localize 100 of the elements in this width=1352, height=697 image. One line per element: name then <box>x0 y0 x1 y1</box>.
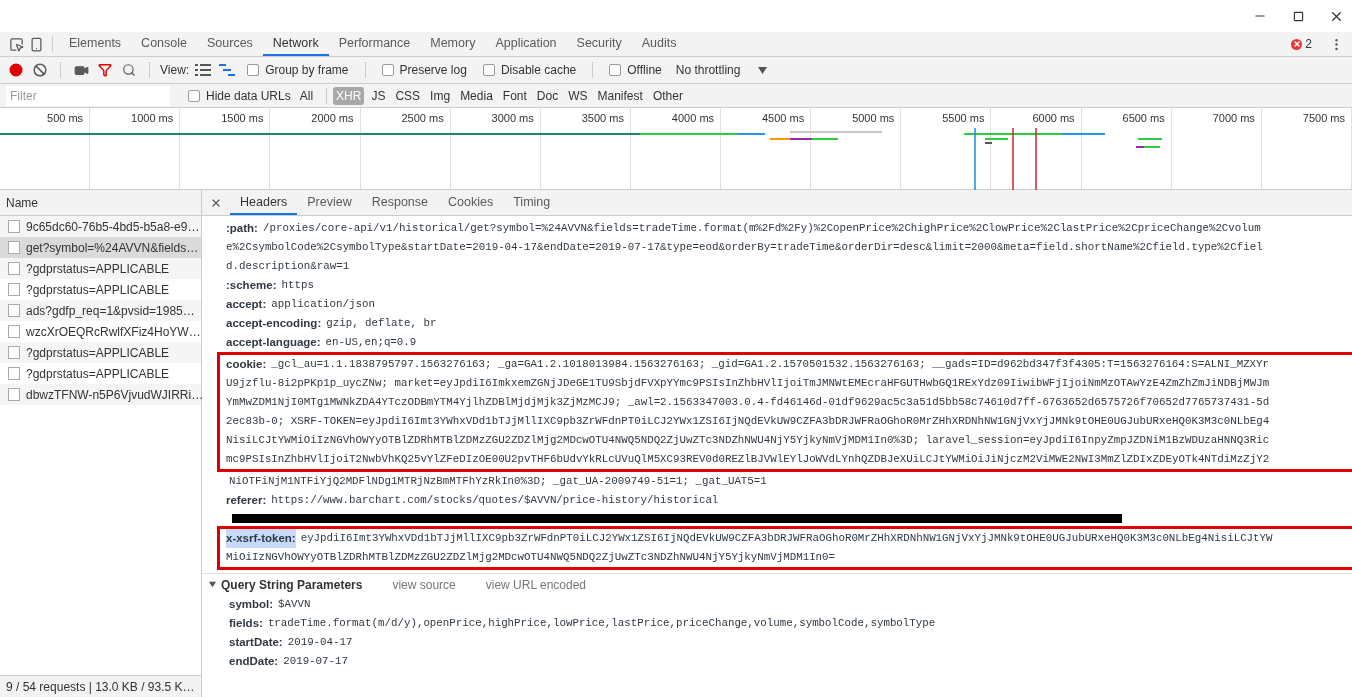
panel-tab[interactable]: Sources <box>197 32 263 56</box>
header-value: https <box>281 278 314 293</box>
header-value: NiOTFiNjM1NTFiYjQ2MDFlNDg1MTRjNzBmMTFhYzRkIn0%3D; _gat_UA-2009749-51=1; _gat_UAT5=1 <box>229 474 767 489</box>
panel-tab[interactable]: Security <box>566 32 632 56</box>
type-filter[interactable]: WS <box>565 86 591 105</box>
checkbox[interactable]: Disable cache <box>482 63 577 77</box>
section-title[interactable]: Query String Parameters <box>221 577 363 592</box>
header-value: gzip, deflate, br <box>326 316 437 331</box>
caret-icon <box>758 66 768 74</box>
panel-tab[interactable]: Elements <box>59 32 132 56</box>
header-name: referer: <box>226 493 267 508</box>
header-value: MiOiIzNGVhOWYyOTBlZDRhMTBlZDMzZGU2ZDZlMjg2MDcwOTU4NWQ5NDQ2ZjUwZTc3NDZhNWU4NjY5YjkyNmVjMDM1In0= <box>226 550 836 565</box>
header-value: d.description&raw=1 <box>226 259 350 274</box>
request-row[interactable]: get?symbol=%24AVVN&fields… <box>0 237 201 258</box>
time-tick: 500 ms <box>47 112 84 124</box>
detail-tab[interactable]: Cookies <box>438 190 504 215</box>
header-value: mc9PSIsInZhbHVlIjoiT2NwbVhKQ25vYlZFeDIzOE00U2pvTHF6bUdvYkRLcUVuQlM5XC93REV0d0REZlBJVWlEYlJoWVdLYnhQZDBJeXUiLCJtYWMiOiJiNjczM2ViMWE2NWI3MmZlZDIxZDEyOTk4NTdiMzZjY2 <box>226 452 1270 467</box>
param-name: startDate: <box>229 635 283 650</box>
caret-icon[interactable] <box>208 580 217 589</box>
status-summary: 9 / 54 requests | 13.0 KB / 93.5 K… <box>0 675 201 697</box>
header-value: 2ec83b-0; XSRF-TOKEN=eyJpdiI6Imt3YWhxVDd1bTJjMllIXC9pb3ZrWFdnPT0iLCJ2YWx1ZSI6IjNQdEVkUW9CZFA3bDRJWFRaOGhoR0MrZHhXRDNhNW1GNjVxYjJMNk9tOHE0UGJubURxeHQ0K3M3c0NLbEg4 <box>226 414 1270 429</box>
type-filter[interactable]: Other <box>649 86 686 105</box>
header-name: cookie: <box>226 357 267 372</box>
request-row[interactable]: ?gdprstatus=APPLICABLE <box>0 258 201 279</box>
file-icon <box>8 241 20 254</box>
detail-tab[interactable]: Timing <box>503 190 561 215</box>
type-filter[interactable]: CSS <box>392 86 424 105</box>
header-value: application/json <box>271 297 375 312</box>
checkbox[interactable]: Hide data URLs <box>188 88 291 103</box>
header-value: https://www.barchart.com/stocks/quotes/$AVVN/price-history/historical <box>271 493 719 508</box>
header-name: :scheme: <box>226 278 277 293</box>
time-tick: 4000 ms <box>671 112 715 124</box>
header-name: :path: <box>226 221 258 236</box>
time-tick: 1500 ms <box>221 112 264 124</box>
time-tick: 3500 ms <box>581 112 624 124</box>
type-filter[interactable]: All <box>296 86 317 105</box>
checkbox[interactable]: Group by frame <box>247 63 349 77</box>
type-filter[interactable]: Manifest <box>594 86 646 105</box>
time-tick: 3000 ms <box>491 112 534 124</box>
type-filter[interactable]: Media <box>457 86 496 105</box>
file-icon <box>8 325 20 338</box>
file-icon <box>8 220 20 233</box>
header-value: /proxies/core-api/v1/historical/get?symbol=%24AVVN&fields=tradeTime.format(m%2Fd%2Fy)%2CopenPrice%2ChighPrice%2ClowPrice%2ClastPrice%2CpriceChange%2Cvolum <box>262 221 1261 236</box>
panel-tab[interactable]: Performance <box>328 32 421 56</box>
header-value: YmMwZDM1NjI0MTg1MWNkZDA4YTczODBmYTM4YjlhZDBlMjdjMjk3ZjMzMCJ9; _awl=2.1563347003.0.4-fd46146d-01df9629ac5c3a51d5bb58c74610d7ff-6763652d6575726f70652d7765737431-5d <box>226 395 1270 410</box>
param-value: $AVVN <box>278 597 311 612</box>
panel-tab[interactable]: Memory <box>420 32 486 56</box>
type-filter[interactable]: Img <box>427 86 454 105</box>
param-name: endDate: <box>229 654 279 669</box>
param-name: symbol: <box>229 597 274 612</box>
type-filter[interactable]: Doc <box>533 86 562 105</box>
view-link[interactable]: view URL encoded <box>485 577 587 592</box>
file-icon <box>8 346 20 359</box>
detail-tab[interactable]: Headers <box>230 190 298 215</box>
header-value: e%2CsymbolCode%2CsymbolType&startDate=2019-04-17&endDate=2019-07-17&type=eod&orderBy=tradeTime&orderDir=desc&limit=2000&meta=field.shortName%2Cfield.type%2Cfiel <box>226 240 1263 255</box>
time-tick: 2500 ms <box>401 112 444 124</box>
time-tick: 4500 ms <box>762 112 805 124</box>
filter-input[interactable]: Filter <box>6 85 170 106</box>
time-tick: 2000 ms <box>311 112 354 124</box>
detail-tab[interactable]: Preview <box>297 190 362 215</box>
request-row[interactable]: dbwzTFNW-n5P6VjvudWJIRRi… <box>0 384 201 405</box>
header-name: x-xsrf-token: <box>226 529 296 548</box>
header-name: accept-language: <box>226 335 321 350</box>
param-name: fields: <box>229 616 263 631</box>
panel-tab[interactable]: Application <box>485 32 567 56</box>
time-tick: 5500 ms <box>942 112 985 124</box>
type-filter[interactable]: JS <box>368 86 389 105</box>
param-value: tradeTime.format(m/d/y),openPrice,highPrice,lowPrice,lastPrice,priceChange,volume,symbolCode,symbolType <box>267 616 936 631</box>
time-tick: 6000 ms <box>1032 112 1075 124</box>
header-name: accept-encoding: <box>226 316 322 331</box>
column-header: Name <box>6 195 38 210</box>
time-tick: 7000 ms <box>1212 112 1255 124</box>
time-tick: 6500 ms <box>1122 112 1165 124</box>
file-icon <box>8 283 20 296</box>
header-value: _gcl_au=1.1.1838795797.1563276163; _ga=GA1.2.1018013984.1563276163; _gid=GA1.2.1570501532.1563276163; __gads=ID=d962bd347f3f4305:T=1563276164:S=ALNI_MZXYr <box>271 357 1270 372</box>
panel-tab[interactable]: Audits <box>631 32 687 56</box>
header-name: accept: <box>226 297 267 312</box>
detail-tab[interactable]: Response <box>361 190 438 215</box>
view-label: View: <box>160 63 190 77</box>
file-icon <box>8 388 20 401</box>
error-icon <box>1291 38 1303 50</box>
checkbox[interactable]: Preserve log <box>381 63 467 77</box>
time-tick: 5000 ms <box>852 112 895 124</box>
request-row[interactable]: ?gdprstatus=APPLICABLE <box>0 342 201 363</box>
request-row[interactable]: 9c65dc60-76b5-4bd5-b5a8-e9… <box>0 216 201 237</box>
file-icon <box>8 262 20 275</box>
view-link[interactable]: view source <box>392 577 456 592</box>
time-tick: 7500 ms <box>1302 112 1345 124</box>
header-value: NisiLCJtYWMiOiIzNGVhOWYyOTBlZDRhMTBlZDMzZGU2ZDZlMjg2MDcwOTU4NWQ5NDQ2ZjUwZTc3NDZhNWU4NjY5YjkyNmVjMDM1In0%3D; laravel_session=eyJpdiI6InpyZmpJZDNiM1BzWDUzaHNNQ3Ric <box>226 433 1270 448</box>
request-row[interactable]: ads?gdfp_req=1&pvsid=1985… <box>0 300 201 321</box>
type-filter[interactable]: Font <box>499 86 530 105</box>
time-tick: 1000 ms <box>131 112 174 124</box>
throttling-dropdown[interactable]: No throttling <box>671 63 772 77</box>
header-value: eyJpdiI6Imt3YWhxVDd1bTJjMllIXC9pb3ZrWFdnPT0iLCJ2YWx1ZSI6IjNQdEVkUW9CZFA3bDRJWFRaOGhoR0MrZHhXRDNhNW1GNjVxYjJMNk9tOHE0UGJubURxeHQ0K3M3c0NLbEg4NisiLCJtYW <box>300 531 1273 546</box>
checkbox[interactable]: Offline <box>609 63 662 77</box>
header-value: U9jzflu-8i2pPKp1p_uycZNw; market=eyJpdiI6ImkxemZGNjJDeGE1TU9SbjdFVXpYYmc9PSIsInZhbHVlIjoiTmJMNWtEMEcraHFGUTHwbGQ1RExYdz09IiwibWFjIjoiNmMzOTAwYzE4ZmZhZmJiNDBjMWJm <box>226 376 1270 391</box>
file-icon <box>8 367 20 380</box>
error-count: 2 <box>1305 37 1312 51</box>
panel-tab[interactable]: Console <box>131 32 197 56</box>
file-icon <box>8 304 20 317</box>
